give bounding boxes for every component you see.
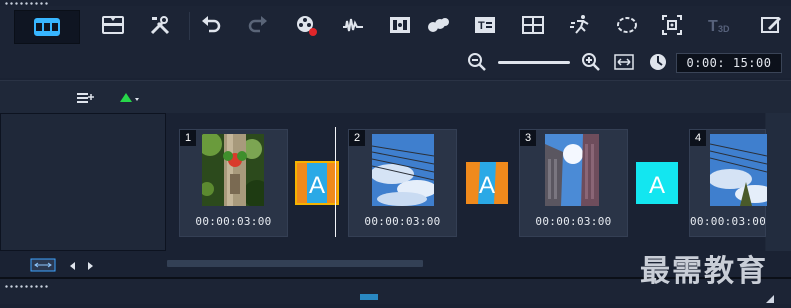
- storyboard-right-edge: [766, 113, 791, 251]
- motion-tracking-button[interactable]: [423, 10, 453, 40]
- fit-to-window-button[interactable]: [614, 53, 634, 71]
- transition-thumbnail[interactable]: A: [466, 162, 508, 204]
- undo-button[interactable]: [196, 10, 226, 40]
- triangle-left-icon: [70, 262, 75, 270]
- transition-letter: A: [479, 172, 495, 199]
- library-tab-indicator[interactable]: [360, 294, 378, 300]
- track-list-panel: [0, 113, 166, 251]
- timeline-view-button[interactable]: [98, 10, 128, 40]
- timeline-view-icon: [102, 16, 124, 34]
- speed-icon: [570, 15, 589, 34]
- mask-creator-button[interactable]: [612, 10, 642, 40]
- storyboard-clip[interactable]: 4 00:00:03:00: [689, 129, 767, 237]
- transition-letter: A: [649, 172, 665, 199]
- title-3d-icon: T 3D: [708, 18, 730, 35]
- panel-grip-top[interactable]: [4, 2, 50, 5]
- project-timecode: 0:00: 15:00: [676, 53, 782, 73]
- clip-thumbnail: [202, 134, 264, 206]
- clip-thumbnail: [372, 134, 434, 206]
- clip-number: 3: [520, 130, 536, 146]
- clip-thumbnail: [710, 134, 767, 206]
- zoom-slider[interactable]: [498, 61, 570, 64]
- storyboard-clip[interactable]: 2 00:00:03:00: [348, 129, 457, 237]
- motion-tracking-icon: [428, 18, 449, 32]
- svg-text:T: T: [708, 18, 718, 35]
- zoom-in-button[interactable]: [581, 52, 601, 72]
- sound-mixer-icon: [343, 18, 363, 32]
- undo-icon: [202, 16, 221, 33]
- multi-camera-icon: [522, 16, 544, 34]
- tools-button[interactable]: [145, 10, 175, 40]
- zoom-out-button[interactable]: [467, 52, 487, 72]
- track-manager-icon: [77, 93, 94, 103]
- painting-creator-icon: [761, 17, 781, 33]
- chapter-flag-icon: [120, 93, 139, 102]
- track-height-icon: [30, 258, 56, 272]
- clip-number: 2: [349, 130, 365, 146]
- project-duration-button[interactable]: [648, 52, 668, 72]
- zoom-in-icon: [582, 53, 600, 71]
- auto-music-icon: [390, 17, 410, 33]
- pan-zoom-button[interactable]: [657, 10, 687, 40]
- clip-duration: 00:00:03:00: [535, 215, 612, 228]
- record-capture-button[interactable]: [291, 10, 321, 40]
- chapter-cue-menu-button[interactable]: [118, 90, 142, 106]
- triangle-right-icon: [88, 262, 93, 270]
- zoom-controls-row: [0, 46, 791, 78]
- storyboard-clip[interactable]: 3 00:00:03:00: [519, 129, 628, 237]
- resize-grip-icon[interactable]: [766, 290, 774, 303]
- transition-letter: A: [309, 172, 325, 199]
- redo-icon: [248, 16, 267, 33]
- clip-duration: 00:00:03:00: [364, 215, 441, 228]
- redo-button[interactable]: [243, 10, 273, 40]
- scroll-left-button[interactable]: [68, 259, 78, 271]
- horizontal-scrollbar[interactable]: [167, 260, 423, 267]
- pan-zoom-icon: [662, 15, 682, 35]
- watermark-text: 最需教育: [640, 254, 768, 289]
- clip-number: 4: [690, 130, 706, 146]
- svg-text:T: T: [478, 20, 485, 32]
- storyboard-view-icon: [34, 18, 60, 36]
- clip-thumbnail: [545, 134, 607, 206]
- tools-icon: [150, 16, 170, 35]
- zoom-out-icon: [468, 53, 486, 71]
- fit-project-icon: [614, 54, 634, 70]
- painting-creator-button[interactable]: [756, 10, 786, 40]
- toolbar-separator: [189, 12, 190, 40]
- clip-duration: 00:00:03:00: [195, 215, 272, 228]
- subtitle-editor-button[interactable]: T: [470, 10, 500, 40]
- transition-thumbnail[interactable]: A: [295, 161, 339, 205]
- clip-duration: 00:00:03:00: [690, 215, 765, 228]
- speed-button[interactable]: [565, 10, 595, 40]
- clip-number: 1: [180, 130, 196, 146]
- storyboard-view-button[interactable]: [14, 10, 80, 44]
- title-3d-button[interactable]: T 3D: [704, 10, 734, 40]
- clock-icon: [650, 54, 666, 70]
- storyboard-clip[interactable]: 1 00:00:03:00: [179, 129, 288, 237]
- enlarge-timeline-button[interactable]: [30, 258, 56, 272]
- scroll-right-button[interactable]: [85, 259, 95, 271]
- subtitle-editor-icon: T: [475, 17, 495, 33]
- track-manager-button[interactable]: [76, 90, 96, 106]
- mask-creator-icon: [617, 17, 637, 33]
- transition-thumbnail[interactable]: A: [636, 162, 678, 204]
- svg-text:3D: 3D: [718, 24, 730, 34]
- panel-grip-bottom[interactable]: [4, 285, 50, 288]
- playhead-line[interactable]: [335, 127, 336, 237]
- record-capture-icon: [297, 16, 317, 36]
- auto-music-button[interactable]: [385, 10, 415, 40]
- sound-mixer-button[interactable]: [338, 10, 368, 40]
- multi-camera-button[interactable]: [518, 10, 548, 40]
